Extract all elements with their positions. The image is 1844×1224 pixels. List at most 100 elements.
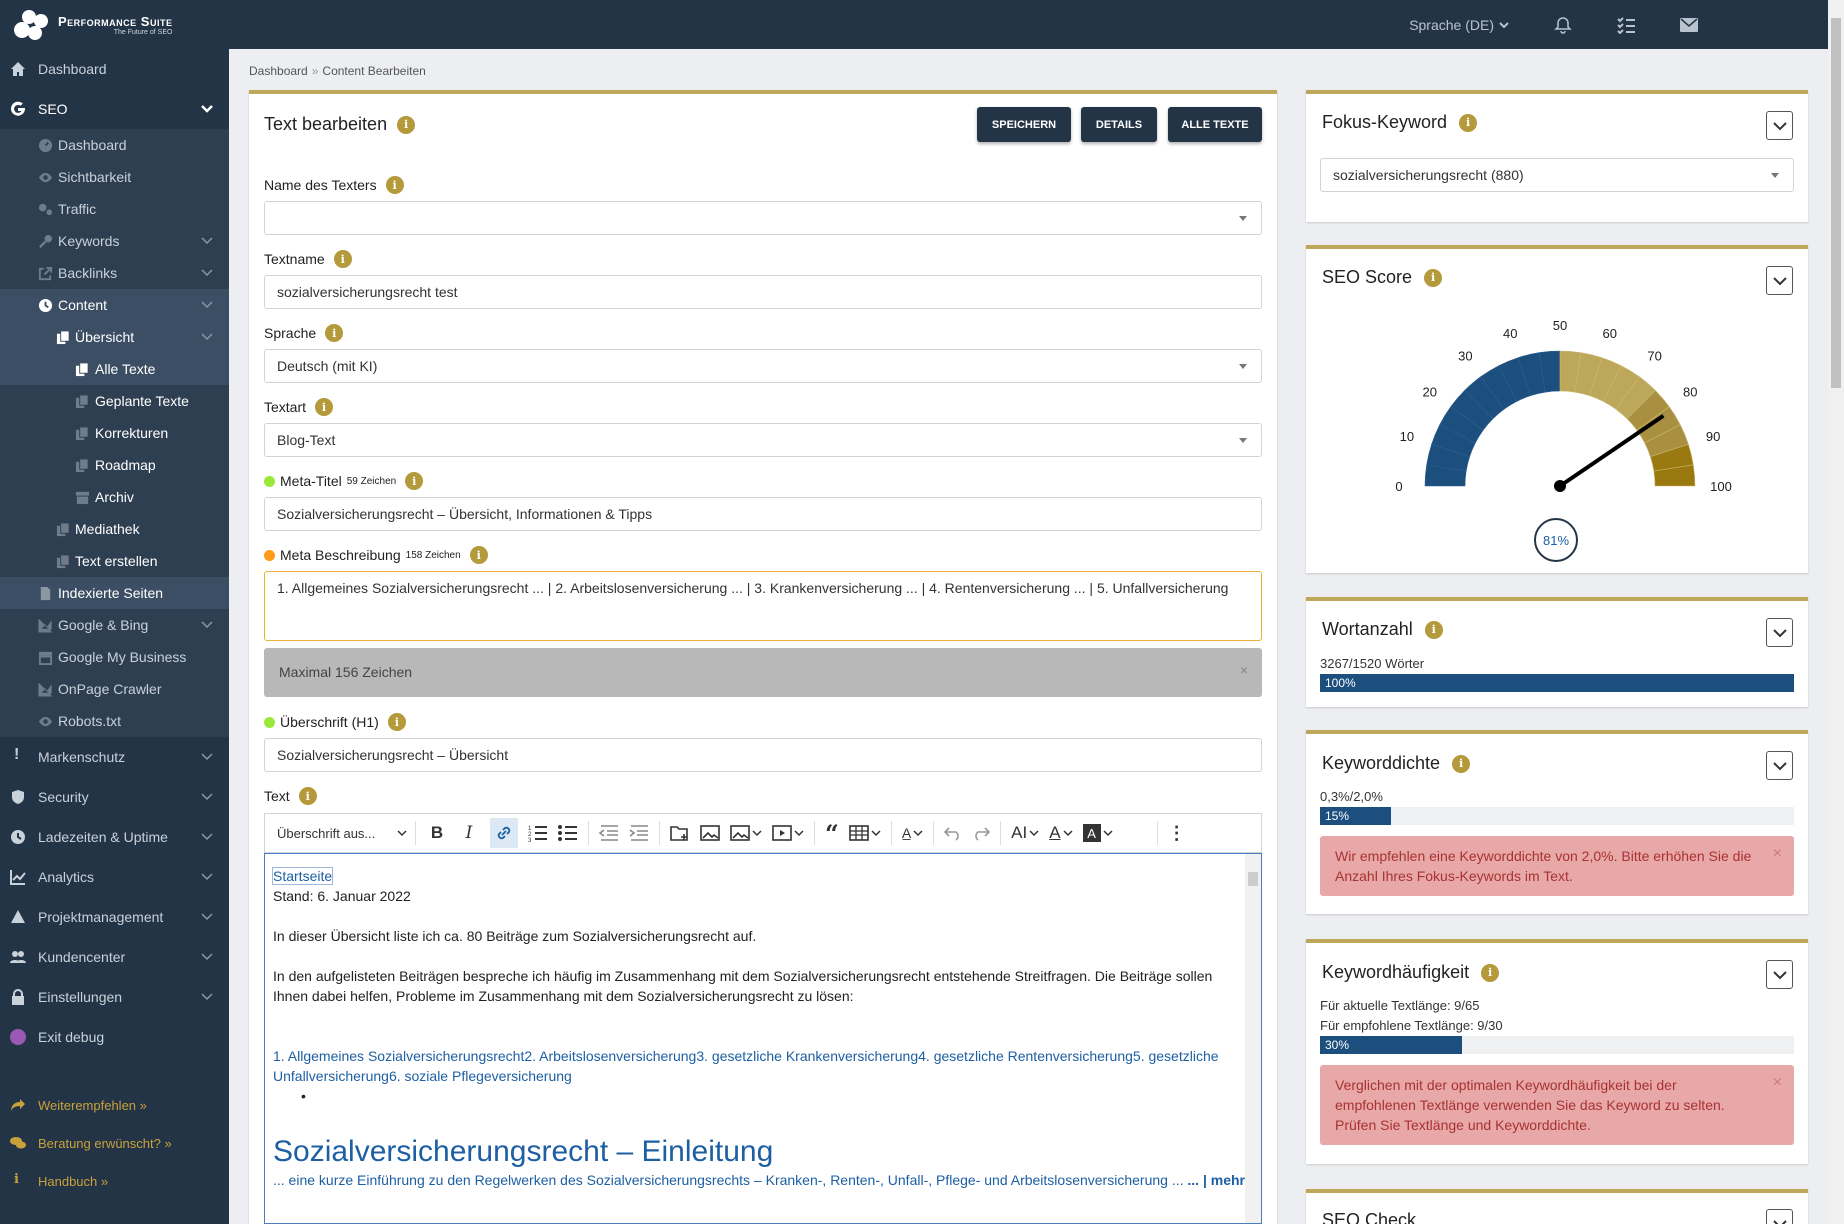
font-background-icon[interactable]: A [1082, 824, 1101, 842]
folder-upload-icon[interactable] [670, 818, 690, 848]
chevron-down-icon[interactable] [752, 818, 762, 848]
info-icon[interactable]: i [298, 787, 317, 805]
sidebar-item-analytics[interactable]: Analytics [0, 857, 229, 897]
info-icon[interactable]: i [1452, 754, 1471, 773]
info-icon[interactable]: i [1424, 268, 1443, 287]
save-button[interactable]: SPEICHERN [977, 107, 1071, 142]
info-icon[interactable]: i [385, 176, 404, 194]
sidebar-item-google-bing[interactable]: Google & Bing [0, 609, 229, 641]
chevron-down-icon[interactable] [1063, 818, 1073, 848]
sidebar-item-google-my-business[interactable]: Google My Business [0, 641, 229, 673]
sidebar-item-mediathek[interactable]: Mediathek [0, 513, 229, 545]
editor-link-list[interactable]: 1. Allgemeines Sozialversicherungsrecht2… [273, 1046, 1253, 1086]
font-color-icon[interactable]: A [1049, 818, 1060, 848]
link-icon[interactable] [490, 818, 518, 848]
sidebar-item-uebersicht[interactable]: Übersicht [0, 321, 229, 353]
sidebar-item-einstellungen[interactable]: Einstellungen [0, 977, 229, 1017]
envelope-icon[interactable] [1680, 17, 1698, 32]
italic-icon[interactable]: I [458, 818, 480, 848]
sidebar-item-alle-texte[interactable]: Alle Texte [0, 353, 229, 385]
meta-title-input[interactable]: Sozialversicherungsrecht – Übersicht, In… [264, 497, 1262, 531]
close-icon[interactable]: × [1773, 844, 1782, 864]
sidebar-item-backlinks[interactable]: Backlinks [0, 257, 229, 289]
info-icon[interactable]: i [397, 115, 416, 134]
scrollbar-thumb[interactable] [1831, 18, 1841, 388]
beratung-link[interactable]: Beratung erwünscht? » [0, 1124, 229, 1162]
bullet-list-icon[interactable] [558, 818, 578, 848]
info-icon[interactable]: i [1481, 963, 1500, 982]
sidebar-item-exit-debug[interactable]: Exit debug [0, 1017, 229, 1057]
sidebar-item-onpage-crawler[interactable]: OnPage Crawler [0, 673, 229, 705]
image-icon[interactable] [700, 818, 720, 848]
sidebar-item-content[interactable]: Content [0, 289, 229, 321]
font-size-icon[interactable]: AI [1011, 818, 1027, 848]
info-icon[interactable]: i [325, 324, 344, 342]
handbuch-link[interactable]: i Handbuch » [0, 1162, 229, 1200]
sidebar-item-roadmap[interactable]: Roadmap [0, 449, 229, 481]
table-icon[interactable] [849, 818, 869, 848]
heading-dropdown[interactable]: Überschrift aus... [277, 818, 407, 848]
all-texts-button[interactable]: ALLE TEXTE [1168, 107, 1262, 142]
chevron-down-icon[interactable] [871, 818, 881, 848]
info-icon[interactable]: i [1459, 113, 1478, 132]
chevron-down-icon[interactable] [794, 818, 804, 848]
info-icon[interactable]: i [315, 398, 334, 416]
sidebar-item-markenschutz[interactable]: ! Markenschutz [0, 737, 229, 777]
info-icon[interactable]: i [405, 472, 424, 490]
weiterempfehlen-link[interactable]: Weiterempfehlen » [0, 1086, 229, 1124]
close-icon[interactable]: × [1773, 1073, 1782, 1093]
sidebar-item-seo[interactable]: SEO [0, 89, 229, 129]
chevron-down-icon[interactable] [913, 818, 923, 848]
collapse-button[interactable] [1766, 111, 1793, 140]
sidebar-item-ladezeiten[interactable]: Ladezeiten & Uptime [0, 817, 229, 857]
image-insert-icon[interactable] [730, 818, 750, 848]
sidebar-item-archiv[interactable]: Archiv [0, 481, 229, 513]
writer-select[interactable] [264, 201, 1262, 235]
breadcrumb-home[interactable]: Dashboard [249, 64, 308, 78]
editor-scrollbar[interactable] [1245, 854, 1261, 1223]
page-scrollbar[interactable] [1828, 0, 1844, 1224]
brand-logo[interactable]: Performance Suite The Future of SEO [14, 10, 172, 40]
sidebar-item-indexierte-seiten[interactable]: Indexierte Seiten [0, 577, 229, 609]
sidebar-item-korrekturen[interactable]: Korrekturen [0, 417, 229, 449]
sidebar-item-keywords[interactable]: Keywords [0, 225, 229, 257]
undo-icon[interactable] [944, 818, 962, 848]
quote-icon[interactable]: “ [825, 818, 839, 848]
outdent-icon[interactable] [599, 818, 619, 848]
sidebar-item-robots[interactable]: Robots.txt [0, 705, 229, 737]
bell-icon[interactable] [1554, 16, 1572, 34]
close-icon[interactable]: × [1240, 662, 1248, 678]
chevron-down-icon[interactable] [1029, 818, 1039, 848]
info-icon[interactable]: i [387, 713, 406, 731]
chevron-down-icon[interactable] [1103, 818, 1113, 848]
sidebar-item-security[interactable]: Security [0, 777, 229, 817]
spellcheck-icon[interactable]: A̲ [902, 818, 911, 848]
info-icon[interactable]: i [469, 546, 488, 564]
sidebar-item-sichtbarkeit[interactable]: Sichtbarkeit [0, 161, 229, 193]
more-link[interactable]: ... | mehr [1187, 1172, 1245, 1188]
indent-icon[interactable] [629, 818, 649, 848]
meta-desc-textarea[interactable]: 1. Allgemeines Sozialversicherungsrecht … [264, 571, 1262, 641]
sidebar-item-projektmanagement[interactable]: Projektmanagement [0, 897, 229, 937]
bold-icon[interactable]: B [426, 818, 448, 848]
numbered-list-icon[interactable]: 123 [528, 818, 548, 848]
editor-link[interactable]: Startseite [271, 867, 334, 885]
focus-keyword-select[interactable]: sozialversicherungsrecht (880) [1320, 158, 1794, 192]
collapse-button[interactable] [1766, 1209, 1793, 1224]
collapse-button[interactable] [1766, 266, 1793, 295]
collapse-button[interactable] [1766, 618, 1793, 647]
collapse-button[interactable] [1766, 751, 1793, 780]
redo-icon[interactable] [972, 818, 991, 848]
sidebar-item-geplante-texte[interactable]: Geplante Texte [0, 385, 229, 417]
more-vertical-icon[interactable]: ⋮ [1168, 818, 1186, 848]
language-select[interactable]: Deutsch (mit KI) [264, 349, 1262, 383]
h1-input[interactable]: Sozialversicherungsrecht – Übersicht [264, 738, 1262, 772]
sidebar-item-traffic[interactable]: Traffic [0, 193, 229, 225]
sidebar-item-dashboard[interactable]: Dashboard [0, 49, 229, 89]
rich-text-editor[interactable]: Startseite Stand: 6. Januar 2022 In dies… [264, 853, 1262, 1224]
texttype-select[interactable]: Blog-Text [264, 423, 1262, 457]
media-icon[interactable] [772, 818, 792, 848]
sidebar-item-kundencenter[interactable]: Kundencenter [0, 937, 229, 977]
language-dropdown[interactable]: Sprache (DE) [1409, 17, 1510, 33]
task-list-icon[interactable] [1616, 16, 1636, 34]
